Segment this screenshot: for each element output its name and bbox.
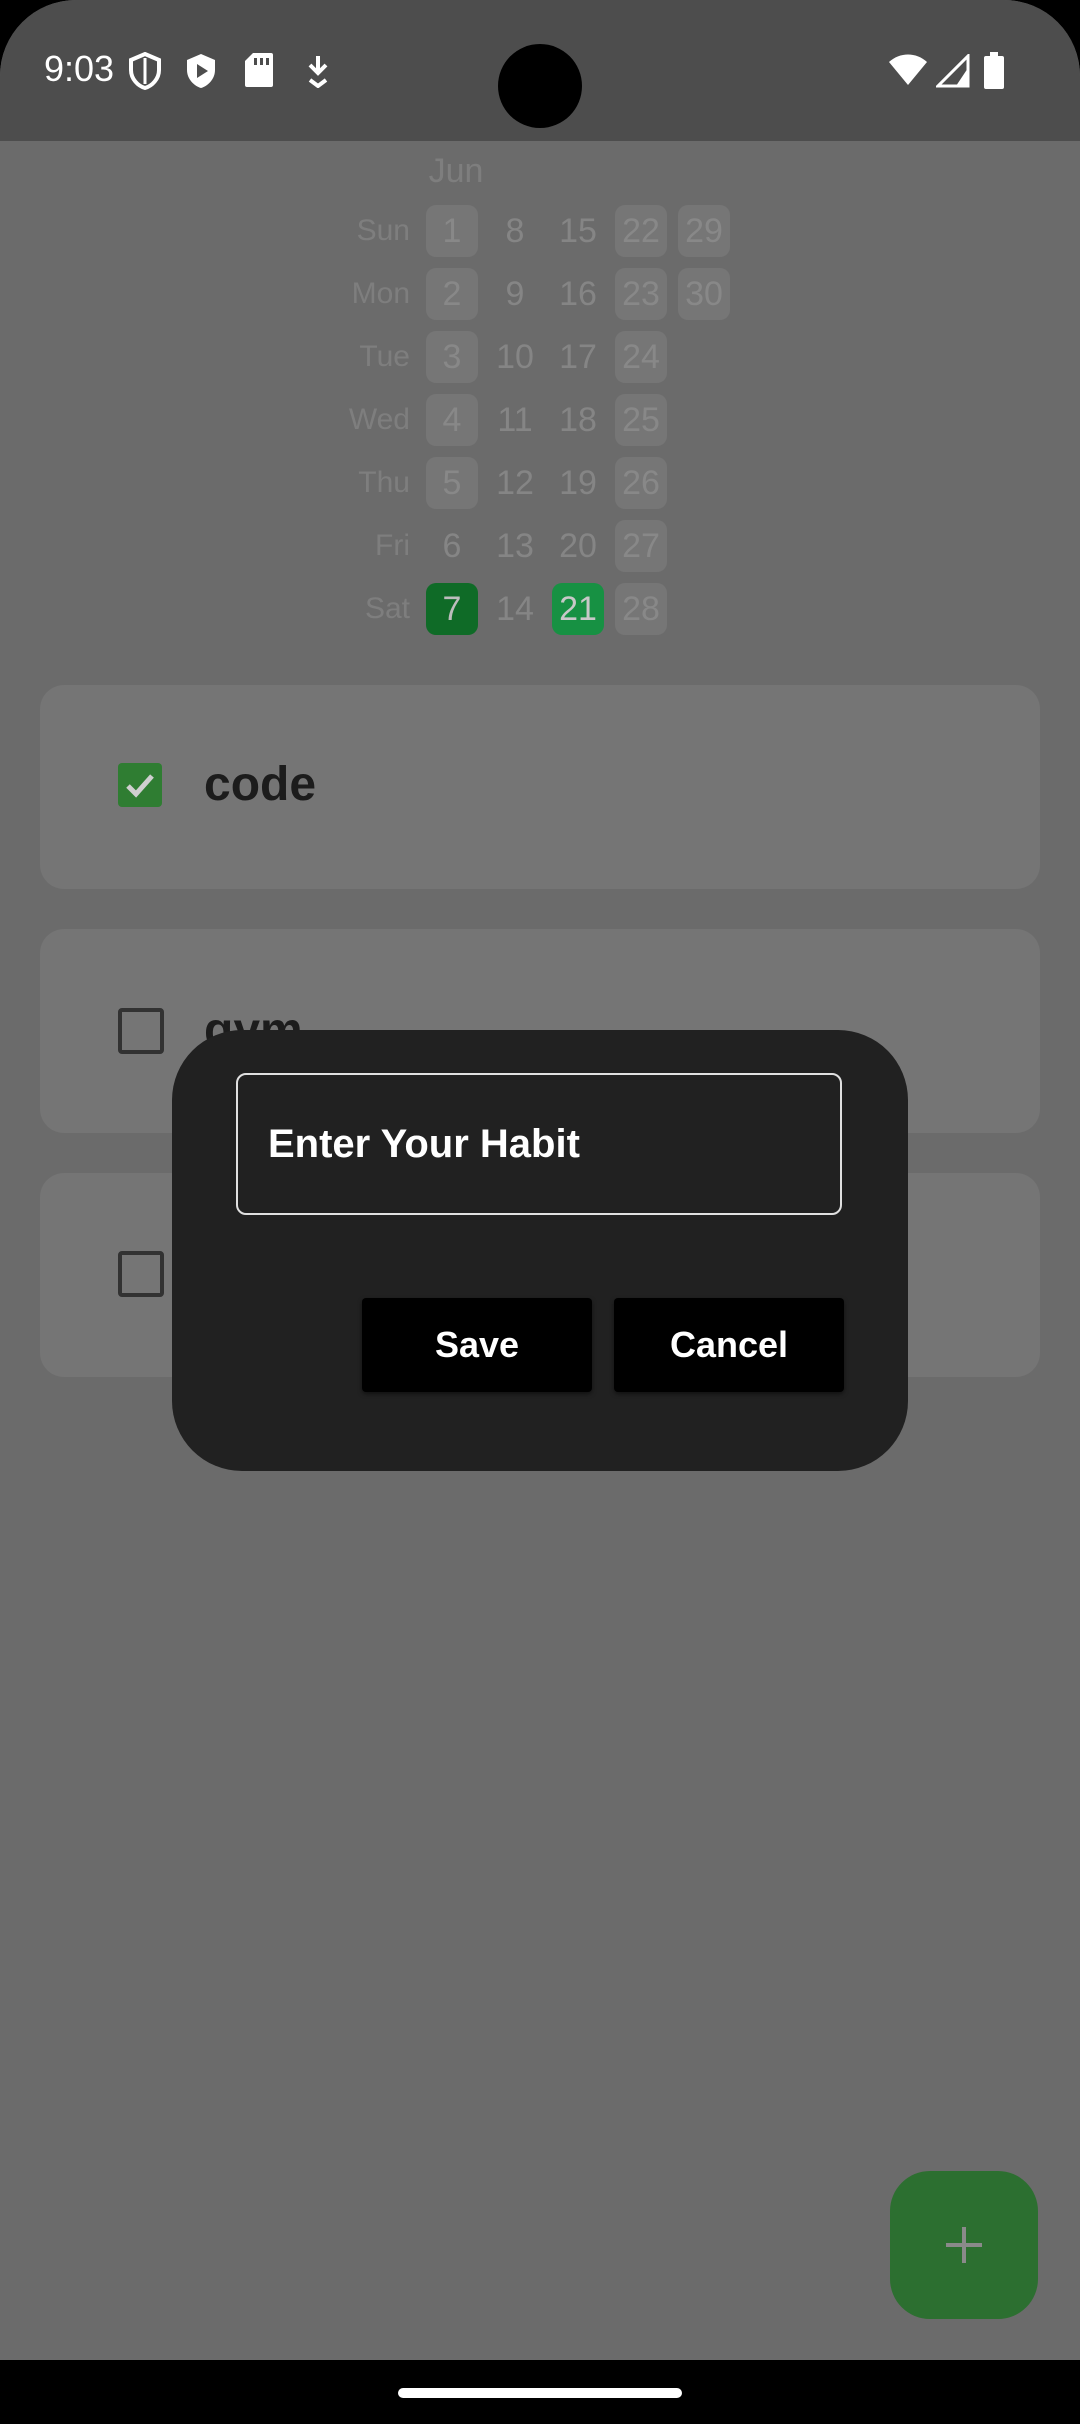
calendar-month: Jun	[428, 152, 484, 190]
calendar-day[interactable]: 6	[426, 520, 478, 572]
calendar-day[interactable]: 10	[489, 331, 541, 383]
habit-checkbox[interactable]	[118, 1251, 164, 1297]
add-habit-button[interactable]	[890, 2171, 1038, 2319]
calendar-day[interactable]: 25	[615, 394, 667, 446]
calendar-day[interactable]: 1	[426, 205, 478, 257]
habit-checkbox-checked[interactable]	[118, 763, 162, 807]
shield-icon	[129, 52, 161, 90]
calendar-day[interactable]: 19	[552, 457, 604, 509]
calendar-day-completed[interactable]: 7	[426, 583, 478, 635]
calendar-day[interactable]: 28	[615, 583, 667, 635]
check-icon	[126, 774, 154, 798]
calendar-day[interactable]: 27	[615, 520, 667, 572]
wifi-icon	[889, 54, 927, 85]
calendar-day[interactable]: 29	[678, 205, 730, 257]
weekday-label: Sun	[356, 214, 410, 247]
calendar-day[interactable]: 11	[489, 394, 541, 446]
sd-card-icon	[245, 53, 273, 87]
habit-card[interactable]: code	[40, 685, 1040, 889]
weekday-label: Tue	[359, 340, 410, 373]
status-bar: 9:03	[0, 0, 1080, 141]
calendar-day[interactable]: 22	[615, 205, 667, 257]
calendar-day[interactable]: 12	[489, 457, 541, 509]
calendar-day[interactable]: 14	[489, 583, 541, 635]
calendar-day[interactable]: 3	[426, 331, 478, 383]
app-screen: 9:03 Jun Sun Mon Tue Wed Thu Fri Sat 1 2…	[0, 0, 1080, 2360]
save-button[interactable]: Save	[362, 1298, 592, 1392]
weekday-label: Fri	[375, 529, 410, 562]
calendar-day[interactable]: 26	[615, 457, 667, 509]
calendar-day[interactable]: 5	[426, 457, 478, 509]
plus-icon	[946, 2227, 982, 2263]
calendar-day[interactable]: 4	[426, 394, 478, 446]
habit-name-input[interactable]: Enter Your Habit	[236, 1073, 842, 1215]
calendar-day[interactable]: 18	[552, 394, 604, 446]
front-camera	[498, 44, 582, 128]
battery-icon	[984, 52, 1004, 89]
calendar-day-completed[interactable]: 21	[552, 583, 604, 635]
calendar-day[interactable]: 17	[552, 331, 604, 383]
weekday-label: Wed	[348, 403, 410, 436]
play-protect-icon	[187, 54, 215, 88]
calendar-day[interactable]: 15	[552, 205, 604, 257]
calendar-day[interactable]: 30	[678, 268, 730, 320]
home-indicator[interactable]	[398, 2388, 682, 2398]
weekday-label: Mon	[351, 277, 410, 310]
calendar-day[interactable]: 8	[489, 205, 541, 257]
habit-name: code	[204, 758, 317, 811]
habit-input-placeholder: Enter Your Habit	[268, 1122, 580, 1166]
calendar-day[interactable]: 13	[489, 520, 541, 572]
download-icon	[308, 56, 328, 88]
habit-checkbox[interactable]	[118, 1008, 164, 1054]
calendar-day[interactable]: 2	[426, 268, 478, 320]
calendar-day[interactable]: 24	[615, 331, 667, 383]
weekday-label: Thu	[358, 466, 410, 499]
cancel-button[interactable]: Cancel	[614, 1298, 844, 1392]
weekday-label: Sat	[364, 592, 410, 625]
calendar-day[interactable]: 9	[489, 268, 541, 320]
calendar-day[interactable]: 20	[552, 520, 604, 572]
calendar-day[interactable]: 23	[615, 268, 667, 320]
status-time: 9:03	[44, 48, 115, 89]
calendar-day[interactable]: 16	[552, 268, 604, 320]
cellular-signal-icon	[936, 54, 970, 88]
